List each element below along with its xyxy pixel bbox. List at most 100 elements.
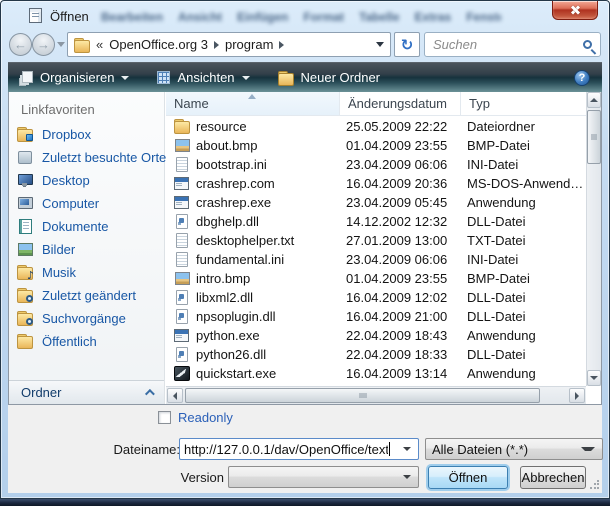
file-type: DLL-Datei bbox=[467, 214, 526, 229]
sidebar-item-public[interactable]: Öffentlich bbox=[17, 331, 97, 351]
scroll-right-button[interactable] bbox=[569, 388, 585, 403]
version-select[interactable] bbox=[228, 466, 419, 488]
dropdown-icon bbox=[403, 475, 411, 479]
sidebar-item-documents[interactable]: Dokumente bbox=[17, 216, 108, 236]
file-icon bbox=[174, 252, 190, 266]
file-row-crashrep-exe[interactable]: crashrep.exe 23.04.2009 05:45 Anwendung bbox=[166, 193, 586, 212]
scroll-up-button[interactable] bbox=[587, 92, 601, 108]
help-button[interactable]: ? bbox=[574, 70, 590, 86]
sidebar-item-dropbox[interactable]: Dropbox bbox=[17, 124, 91, 144]
file-row-about-bmp[interactable]: about.bmp 01.04.2009 23:55 BMP-Datei bbox=[166, 136, 586, 155]
refresh-button[interactable]: ↻ bbox=[394, 32, 420, 57]
resize-grip[interactable] bbox=[589, 480, 599, 490]
bg-menu-item: Fenster bbox=[466, 10, 501, 24]
file-row-libxml2-dll[interactable]: libxml2.dll 16.04.2009 12:02 DLL-Datei bbox=[166, 288, 586, 307]
scroll-down-button[interactable] bbox=[587, 370, 601, 386]
breadcrumb-item-openoffice[interactable]: OpenOffice.org 3 bbox=[109, 37, 208, 52]
chevron-right-icon[interactable] bbox=[279, 41, 284, 49]
search-box[interactable]: Suchen bbox=[424, 32, 601, 57]
command-toolbar: Organisieren Ansichten Neuer Ordner ? bbox=[8, 62, 602, 92]
new-folder-button[interactable]: Neuer Ordner bbox=[278, 70, 380, 85]
window-title: Öffnen bbox=[50, 9, 89, 24]
breadcrumb[interactable]: « OpenOffice.org 3 program bbox=[67, 32, 391, 57]
back-button[interactable]: ← bbox=[9, 33, 32, 56]
file-type: TXT-Datei bbox=[467, 233, 526, 248]
file-row-crashrep-com[interactable]: crashrep.com 16.04.2009 20:36 MS-DOS-Anw… bbox=[166, 174, 586, 193]
bg-menu-item: Ansicht bbox=[178, 10, 222, 24]
list-header: Name Änderungsdatum Typ G bbox=[166, 92, 586, 116]
vertical-scrollbar[interactable] bbox=[586, 92, 601, 386]
file-date: 16.04.2009 12:02 bbox=[346, 290, 447, 305]
file-row-bootstrap-ini[interactable]: bootstrap.ini 23.04.2009 06:06 INI-Datei bbox=[166, 155, 586, 174]
file-row-npsoplugin-dll[interactable]: npsoplugin.dll 16.04.2009 21:00 DLL-Date… bbox=[166, 307, 586, 326]
cancel-button[interactable]: Abbrechen bbox=[520, 466, 586, 489]
column-header-date[interactable]: Änderungsdatum bbox=[340, 92, 461, 115]
file-date: 22.04.2009 18:33 bbox=[346, 347, 447, 362]
horizontal-scrollbar[interactable] bbox=[166, 386, 586, 404]
file-icon bbox=[174, 157, 190, 171]
breadcrumb-overflow-chevron[interactable]: « bbox=[96, 37, 103, 52]
horizontal-scrollbar-thumb[interactable] bbox=[185, 388, 540, 403]
documents-icon bbox=[17, 219, 33, 233]
file-row-intro-bmp[interactable]: intro.bmp 01.04.2009 23:55 BMP-Datei bbox=[166, 269, 586, 288]
file-row-python-exe[interactable]: python.exe 22.04.2009 18:43 Anwendung bbox=[166, 326, 586, 345]
readonly-label[interactable]: Readonly bbox=[178, 410, 233, 425]
address-dropdown-icon[interactable] bbox=[376, 42, 384, 47]
close-button[interactable] bbox=[552, 1, 598, 20]
filename-input[interactable]: http://127.0.0.1/dav/OpenOffice/text.odt bbox=[179, 438, 419, 460]
file-icon bbox=[174, 290, 190, 304]
file-icon bbox=[174, 214, 190, 228]
file-date: 16.04.2009 21:00 bbox=[346, 309, 447, 324]
background-menubar: Bearbeiten Ansicht Einfügen Format Tabel… bbox=[101, 10, 501, 24]
file-date: 27.01.2009 13:00 bbox=[346, 233, 447, 248]
file-type: DLL-Datei bbox=[467, 290, 526, 305]
file-date: 22.04.2009 18:43 bbox=[346, 328, 447, 343]
bg-menu-item: Einfügen bbox=[237, 10, 288, 24]
open-button[interactable]: Öffnen bbox=[428, 466, 508, 489]
readonly-checkbox[interactable] bbox=[158, 411, 171, 424]
file-date: 14.12.2002 12:32 bbox=[346, 214, 447, 229]
file-row-resource[interactable]: resource 25.05.2009 22:22 Dateiordner bbox=[166, 117, 586, 136]
folders-expander[interactable]: Ordner bbox=[9, 380, 164, 404]
nav-history-dropdown-icon[interactable] bbox=[57, 42, 65, 47]
sidebar-item-label: Bilder bbox=[42, 242, 75, 257]
column-header-type[interactable]: Typ bbox=[461, 92, 587, 115]
searches-icon bbox=[17, 311, 33, 325]
breadcrumb-item-program[interactable]: program bbox=[225, 37, 273, 52]
sidebar-item-computer[interactable]: Computer bbox=[17, 193, 99, 213]
recent-places-icon bbox=[17, 150, 33, 164]
search-icon bbox=[583, 40, 592, 49]
filetype-select[interactable]: Alle Dateien (*.*) bbox=[425, 438, 603, 460]
file-row-fundamental-ini[interactable]: fundamental.ini 23.04.2009 06:06 INI-Dat… bbox=[166, 250, 586, 269]
file-type: MS-DOS-Anwend… bbox=[467, 176, 583, 191]
sidebar-item-recent-places[interactable]: Zuletzt besuchte Orte bbox=[17, 147, 166, 167]
vertical-scrollbar-thumb[interactable] bbox=[587, 110, 601, 164]
file-row-desktophelper-txt[interactable]: desktophelper.txt 27.01.2009 13:00 TXT-D… bbox=[166, 231, 586, 250]
dropdown-icon[interactable] bbox=[403, 447, 411, 451]
sidebar-item-pictures[interactable]: Bilder bbox=[17, 239, 75, 259]
file-row-quickstart-exe[interactable]: quickstart.exe 16.04.2009 13:14 Anwendun… bbox=[166, 364, 586, 383]
sidebar-item-music[interactable]: ♪ Musik bbox=[17, 262, 76, 282]
sidebar-item-desktop[interactable]: Desktop bbox=[17, 170, 90, 190]
sidebar-item-label: Suchvorgänge bbox=[42, 311, 126, 326]
column-header-name[interactable]: Name bbox=[166, 92, 340, 115]
views-button[interactable]: Ansichten bbox=[157, 70, 249, 85]
file-date: 16.04.2009 20:36 bbox=[346, 176, 447, 191]
file-icon bbox=[174, 119, 190, 133]
scroll-left-button[interactable] bbox=[167, 388, 183, 403]
forward-button[interactable]: → bbox=[32, 33, 55, 56]
sidebar-item-label: Dokumente bbox=[42, 219, 108, 234]
bg-menu-item: Extras bbox=[415, 10, 452, 24]
organize-button[interactable]: Organisieren bbox=[20, 70, 129, 85]
new-folder-icon bbox=[278, 71, 294, 84]
title-bar[interactable]: Bearbeiten Ansicht Einfügen Format Tabel… bbox=[1, 1, 609, 31]
file-type: Anwendung bbox=[467, 366, 536, 381]
file-row-python26-dll[interactable]: python26.dll 22.04.2009 18:33 DLL-Datei bbox=[166, 345, 586, 364]
file-type: INI-Datei bbox=[467, 157, 518, 172]
file-row-dbghelp-dll[interactable]: dbghelp.dll 14.12.2002 12:32 DLL-Datei bbox=[166, 212, 586, 231]
organize-icon bbox=[20, 71, 33, 84]
dialog-footer: Readonly Dateiname: http://127.0.0.1/dav… bbox=[8, 405, 602, 493]
chevron-right-icon[interactable] bbox=[214, 41, 219, 49]
sidebar-item-searches[interactable]: Suchvorgänge bbox=[17, 308, 126, 328]
sidebar-item-recently-changed[interactable]: Zuletzt geändert bbox=[17, 285, 136, 305]
